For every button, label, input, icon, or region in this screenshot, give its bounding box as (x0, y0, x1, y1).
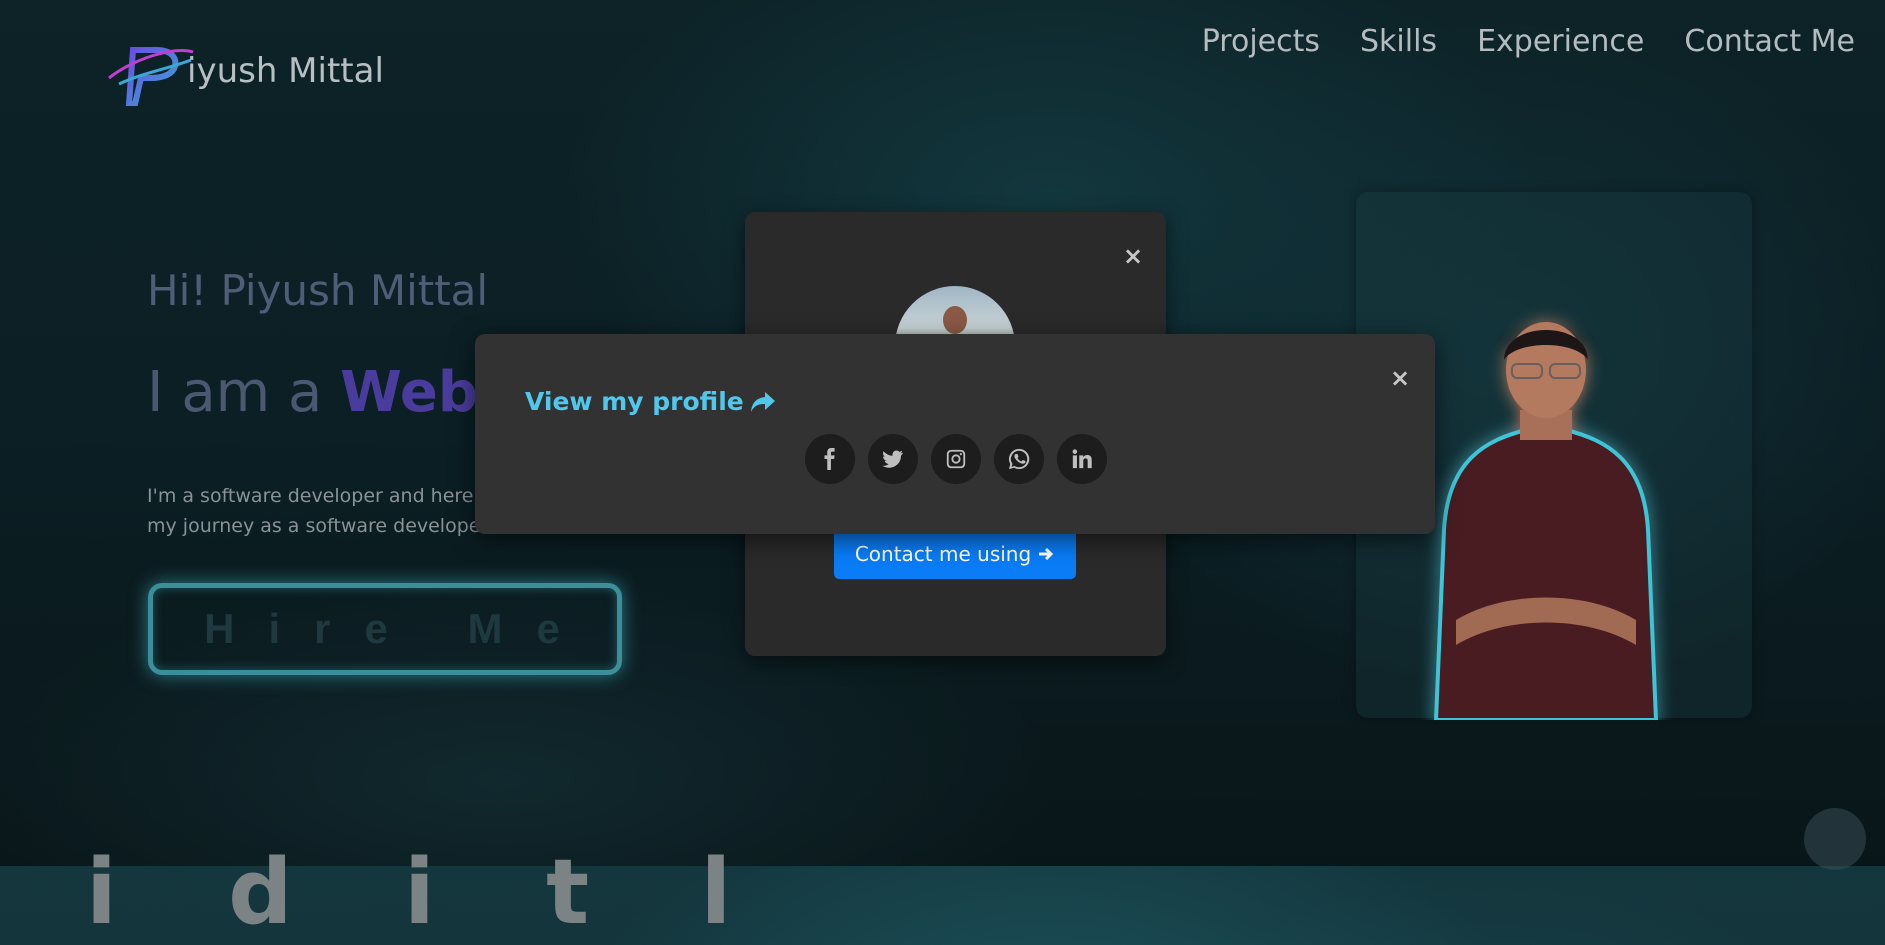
profile-photo (1433, 322, 1659, 720)
nav-experience[interactable]: Experience (1477, 24, 1644, 59)
profile-modal: × View my profile (475, 334, 1435, 534)
contact-me-button[interactable]: Contact me using (834, 528, 1076, 579)
hero-title-prefix: I am a (147, 360, 341, 425)
section-heading-partial: i d i t l (86, 840, 772, 945)
contact-me-label: Contact me using (854, 541, 1032, 566)
close-icon[interactable]: × (1390, 366, 1410, 390)
nav-contact[interactable]: Contact Me (1684, 24, 1855, 59)
logo-p-icon (108, 47, 194, 106)
hire-me-button[interactable]: Hire Me (148, 583, 622, 675)
share-icon (750, 391, 775, 412)
linkedin-icon[interactable] (1057, 434, 1107, 484)
nav-skills[interactable]: Skills (1360, 24, 1437, 59)
whatsapp-icon[interactable] (994, 434, 1044, 484)
facebook-icon[interactable] (805, 434, 855, 484)
main-nav: Projects Skills Experience Contact Me (1202, 24, 1855, 59)
site-logo[interactable]: iyush Mittal (105, 38, 384, 106)
social-links (805, 434, 1107, 484)
view-profile-link[interactable]: View my profile (525, 387, 776, 416)
hero-greeting: Hi! Piyush Mittal (147, 266, 489, 315)
hero-intro: I'm a software developer and here my jou… (147, 485, 481, 537)
arrow-right-icon (1039, 547, 1054, 560)
logo-text: iyush Mittal (187, 51, 384, 91)
close-icon[interactable]: × (1123, 244, 1143, 268)
nav-projects[interactable]: Projects (1202, 24, 1320, 59)
floating-action-button[interactable] (1804, 808, 1866, 870)
instagram-icon[interactable] (931, 434, 981, 484)
twitter-icon[interactable] (868, 434, 918, 484)
view-profile-label: View my profile (525, 387, 744, 416)
